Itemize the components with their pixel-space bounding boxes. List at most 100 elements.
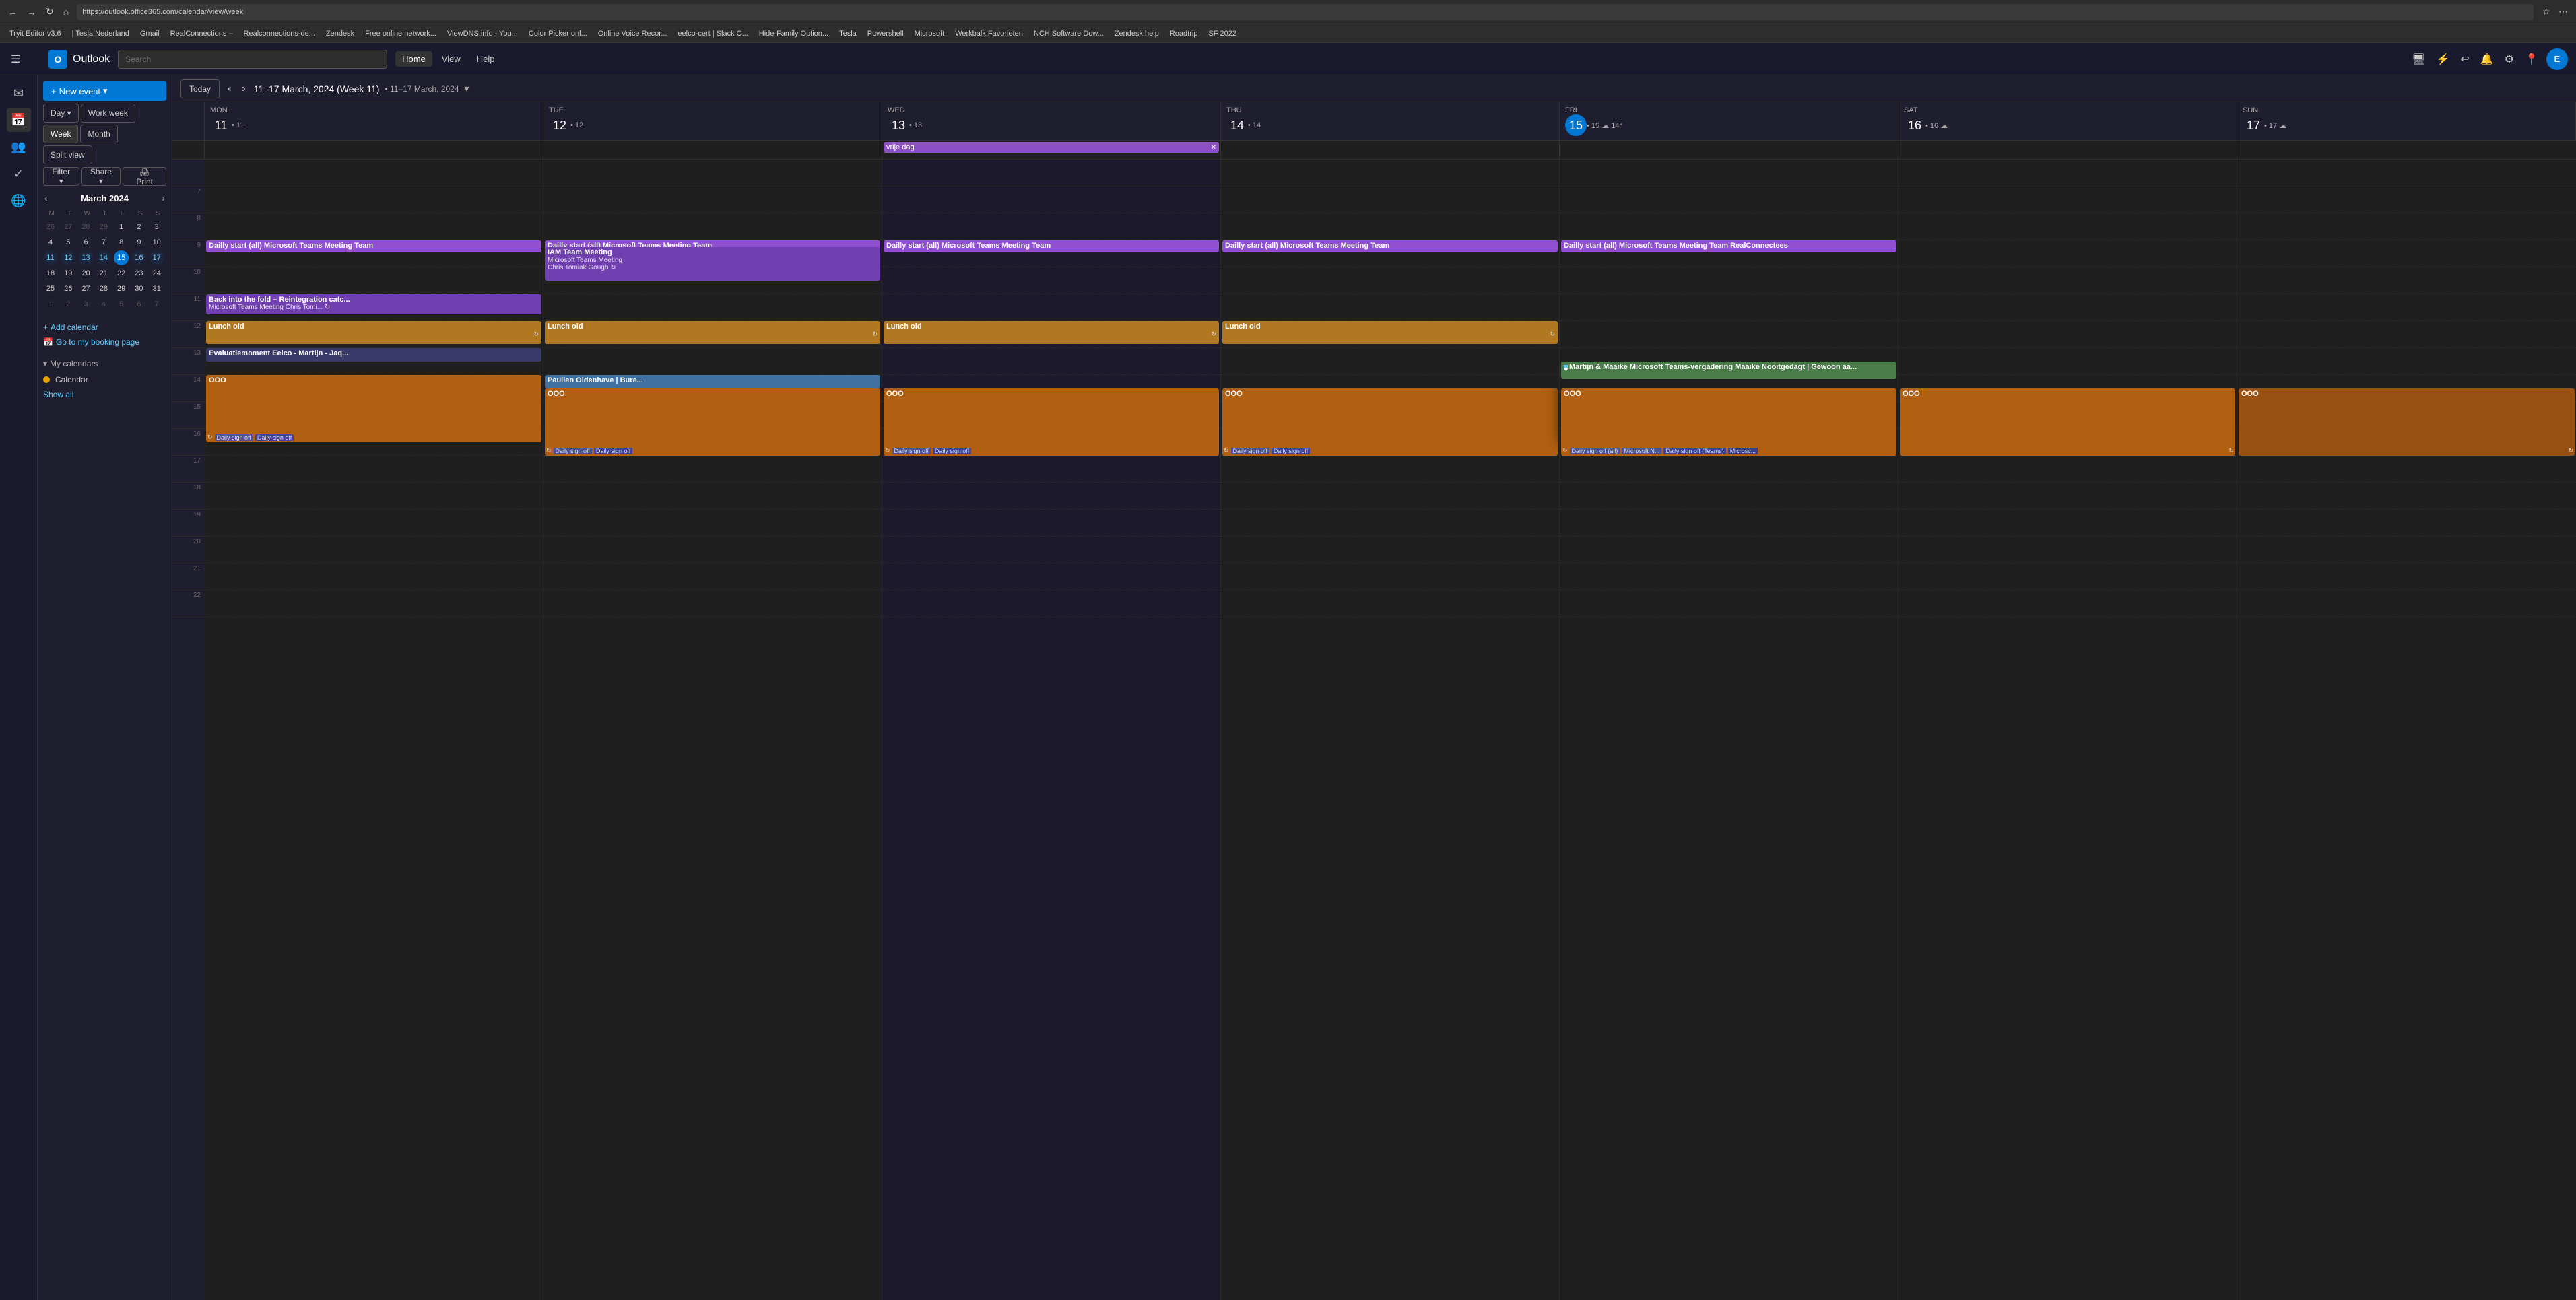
mini-cal-cell-31[interactable]: 31 (150, 281, 164, 296)
daily-sign-tue2[interactable]: Daily sign off (594, 448, 632, 454)
add-calendar-link[interactable]: + Add calendar (43, 320, 166, 335)
bookmark-viewdns[interactable]: ViewDNS.info - You... (443, 28, 522, 39)
week-dropdown-btn[interactable]: ▾ (465, 83, 469, 94)
location-icon-btn[interactable]: 📍 (2522, 50, 2541, 69)
sidebar-apps-icon[interactable]: 🌐 (7, 189, 31, 213)
mini-cal-cell-21[interactable]: 21 (96, 266, 111, 281)
mini-cal-cell-23[interactable]: 23 (131, 266, 146, 281)
mini-cal-cell-1[interactable]: 1 (114, 219, 129, 234)
bookmark-werkbalk[interactable]: Werkbalk Favorieten (951, 28, 1027, 39)
daily-sign-mon[interactable]: Daily sign off (215, 434, 253, 441)
apps-icon-btn[interactable]: ⚡ (2433, 50, 2452, 69)
bookmark-roadtrip[interactable]: Roadtrip (1166, 28, 1202, 39)
workweek-view-btn[interactable]: Work week (81, 104, 135, 123)
mini-cal-cell-27[interactable]: 27 (61, 219, 75, 234)
mini-cal-cell-26[interactable]: 26 (43, 219, 58, 234)
martijn-maaike-event[interactable]: ● Martijn & Maaike Microsoft Teams-verga… (1561, 362, 1896, 379)
bookmark-microsoft[interactable]: Microsoft (911, 28, 949, 39)
bookmark-sf2022[interactable]: SF 2022 (1204, 28, 1241, 39)
mini-cal-cell-17[interactable]: 17 (150, 250, 164, 265)
mini-cal-cell-3[interactable]: 3 (150, 219, 164, 234)
refresh-button[interactable]: ↻ (43, 5, 57, 19)
calendar-item-main[interactable]: Calendar (43, 372, 166, 387)
day-header-fri[interactable]: Fri 15 • 15 ☁ 14° (1560, 102, 1898, 140)
mini-cal-cell-20[interactable]: 20 (79, 266, 94, 281)
my-calendars-header[interactable]: ▾ My calendars (43, 355, 166, 372)
user-avatar[interactable]: E (2546, 48, 2568, 70)
daily-sign-wed2[interactable]: Daily sign off (933, 448, 971, 454)
mini-cal-cell-10[interactable]: 10 (150, 235, 164, 250)
mini-cal-cell-28[interactable]: 28 (96, 281, 111, 296)
mini-cal-cell-8[interactable]: 8 (114, 235, 129, 250)
daily-start-mon-event[interactable]: Dailly start (all) Microsoft Teams Meeti… (206, 240, 541, 252)
bookmark-hidefam[interactable]: Hide-Family Option... (755, 28, 832, 39)
mini-cal-cell-15[interactable]: 15 (114, 250, 129, 265)
bookmark-slack[interactable]: eelco-cert | Slack C... (673, 28, 752, 39)
mini-cal-cell-26b[interactable]: 26 (61, 281, 75, 296)
iam-event[interactable]: IAM Team Meeting Microsoft Teams Meeting… (545, 247, 880, 281)
back-fold-event[interactable]: Back into the fold – Reintegration catc.… (206, 294, 541, 314)
lunch-wed-event[interactable]: Lunch oid ↻ (884, 321, 1219, 344)
mini-cal-cell-apr7[interactable]: 7 (150, 297, 164, 312)
bookmark-colorpicker[interactable]: Color Picker onl... (525, 28, 591, 39)
bookmark-tesla-nl[interactable]: | Tesla Nederland (68, 28, 133, 39)
day-header-sun[interactable]: Sun 17 • 17 ☁ (2237, 102, 2576, 140)
mini-cal-cell-29[interactable]: 29 (96, 219, 111, 234)
bookmark-tesla[interactable]: Tesla (835, 28, 861, 39)
lunch-thu-event[interactable]: Lunch oid ↻ (1222, 321, 1558, 344)
bookmark-realconn1[interactable]: RealConnections – (166, 28, 237, 39)
forward-button[interactable]: → (24, 5, 39, 19)
bookmark-tryit[interactable]: Tryit Editor v3.6 (5, 28, 65, 39)
splitview-btn[interactable]: Split view (43, 145, 92, 164)
back-button[interactable]: ← (5, 5, 20, 19)
nav-home[interactable]: Home (395, 51, 432, 67)
filter-btn[interactable]: Filter ▾ (43, 167, 79, 186)
mini-cal-cell-12[interactable]: 12 (61, 250, 75, 265)
mini-cal-cell-2[interactable]: 2 (131, 219, 146, 234)
daily-start-wed-event[interactable]: Dailly start (all) Microsoft Teams Meeti… (884, 240, 1219, 252)
mini-cal-cell-9[interactable]: 9 (131, 235, 146, 250)
monitor-icon-btn[interactable]: 🖥 (2409, 50, 2428, 69)
undo-icon-btn[interactable]: ↩ (2457, 50, 2472, 69)
share-btn[interactable]: Share ▾ (81, 167, 121, 186)
week-view-btn[interactable]: Week (43, 125, 78, 143)
evaluatie-event[interactable]: Evaluatiemoment Eelco - Martijn - Jaq... (206, 348, 541, 362)
mini-cal-cell-30[interactable]: 30 (131, 281, 146, 296)
mini-cal-cell-6[interactable]: 6 (79, 235, 94, 250)
mini-cal-cell-18[interactable]: 18 (43, 266, 58, 281)
bookmark-nch[interactable]: NCH Software Dow... (1030, 28, 1108, 39)
mini-cal-prev[interactable]: ‹ (43, 191, 49, 205)
mini-cal-cell-7[interactable]: 7 (96, 235, 111, 250)
mini-cal-cell-22[interactable]: 22 (114, 266, 129, 281)
bookmark-zendesk-help[interactable]: Zendesk help (1111, 28, 1163, 39)
mini-cal-cell-apr5[interactable]: 5 (114, 297, 129, 312)
mini-cal-cell-14[interactable]: 14 (96, 250, 111, 265)
mini-cal-cell-24[interactable]: 24 (150, 266, 164, 281)
mini-cal-cell-16[interactable]: 16 (131, 250, 146, 265)
day-view-btn[interactable]: Day ▾ (43, 104, 79, 123)
nav-help[interactable]: Help (470, 51, 502, 67)
mini-cal-cell-apr4[interactable]: 4 (96, 297, 111, 312)
daily-sign-thu2[interactable]: Daily sign off (1272, 448, 1310, 454)
mini-cal-cell-5[interactable]: 5 (61, 235, 75, 250)
daily-start-fri-event[interactable]: Dailly start (all) Microsoft Teams Meeti… (1561, 240, 1896, 252)
ooo-wed-event[interactable]: OOO ↻ Daily sign off Daily sign off (884, 388, 1219, 456)
vrije-dag-event[interactable]: vrije dag ✕ (884, 142, 1219, 153)
lunch-tue-event[interactable]: Lunch oid ↻ (545, 321, 880, 344)
settings-icon-btn[interactable]: ⚙ (2502, 50, 2517, 69)
browser-menu[interactable]: ⋯ (2556, 5, 2571, 19)
daily-sign-fri4[interactable]: Microsc... (1728, 448, 1758, 454)
ooo-sat-event[interactable]: OOO ↻ (1900, 388, 2235, 456)
ooo-mon-event[interactable]: OOO ↻ Daily sign off Daily sign off (206, 375, 541, 442)
month-view-btn[interactable]: Month (80, 125, 117, 143)
bell-icon-btn[interactable]: 🔔 (2478, 50, 2497, 69)
nav-view[interactable]: View (435, 51, 467, 67)
ooo-sun-event[interactable]: OOO ↻ (2239, 388, 2575, 456)
mini-cal-cell-19[interactable]: 19 (61, 266, 75, 281)
bookmark-realconn2[interactable]: Realconnections-de... (240, 28, 319, 39)
prev-week-button[interactable]: ‹ (225, 80, 234, 98)
search-input[interactable] (118, 50, 387, 69)
print-btn[interactable]: 🖨 Print (123, 167, 166, 186)
mini-cal-cell-apr1[interactable]: 1 (43, 297, 58, 312)
address-bar[interactable]: https://outlook.office365.com/calendar/v… (77, 4, 2534, 20)
